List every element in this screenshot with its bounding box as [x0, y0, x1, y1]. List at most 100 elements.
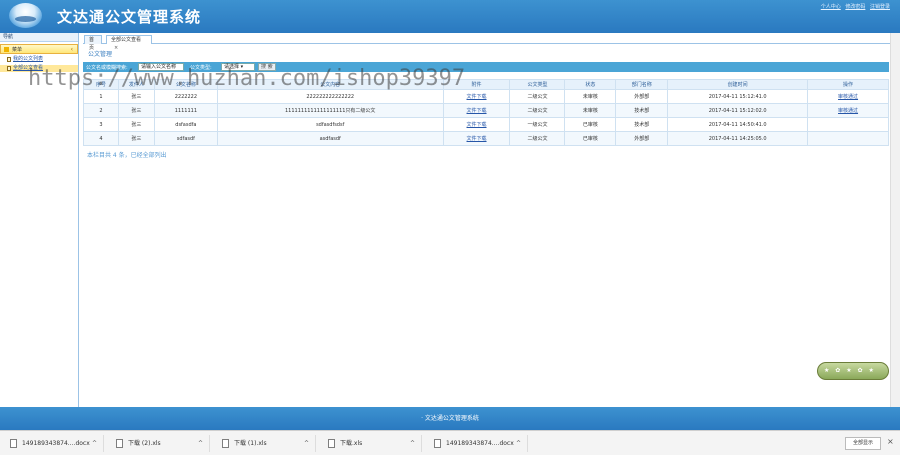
col-header-status: 状态: [564, 79, 617, 90]
file-download-link[interactable]: 文件下载: [467, 122, 487, 128]
col-header-attachment: 附件: [442, 79, 511, 90]
download-item[interactable]: 149189343874....docx ^: [424, 435, 528, 452]
cell-attachment: 文件下载: [442, 103, 511, 118]
search-input[interactable]: 请输入公文名称: [138, 63, 184, 71]
cell-content: asdfasdf: [216, 131, 444, 146]
approve-link[interactable]: 审核通过: [838, 108, 858, 114]
sidebar-item-all-docs[interactable]: 全部公文查看: [0, 65, 78, 72]
cell-status: 已审核: [564, 117, 617, 132]
panel-title: 公文管理: [88, 51, 113, 58]
cell-content: 222222222222222: [216, 89, 444, 104]
tab-home[interactable]: 首页: [84, 35, 102, 51]
cell-content: sdfasdfsdsf: [216, 117, 444, 132]
page-scrollbar[interactable]: [890, 33, 900, 407]
search-label: 公文名或模糊搜索:: [86, 65, 128, 71]
file-icon: [10, 439, 17, 448]
cell-action: [807, 131, 889, 146]
download-bar: 149189343874....docx ^ 下载 (2).xls ^ 下载 (1)…: [0, 430, 900, 455]
search-toolbar: 公文名或模糊搜索: 请输入公文名称 公文类型: 请选择 ▾ 搜 索: [83, 62, 889, 72]
search-button[interactable]: 搜 索: [258, 63, 276, 71]
document-icon: [7, 66, 11, 71]
menu-group-label: 菜单: [12, 47, 23, 53]
cell-attachment: 文件下载: [442, 131, 511, 146]
app-title: 文达通公文管理系统: [57, 8, 202, 26]
chevron-up-icon[interactable]: ^: [198, 435, 203, 452]
cell-status: 未审核: [564, 89, 617, 104]
chevron-up-icon[interactable]: ^: [516, 435, 521, 452]
cell-time: 2017-04-11 15:12:02.0: [667, 103, 809, 118]
table-row: 2 张三 1111111 1111111111111111111只有二级公文 文…: [83, 103, 889, 118]
file-icon: [434, 439, 441, 448]
cell-name: dsfasdfa: [153, 117, 218, 132]
cell-content: 1111111111111111111只有二级公文: [216, 103, 444, 118]
file-download-link[interactable]: 文件下载: [467, 136, 487, 142]
app-footer: · 文达通公文管理系统: [0, 407, 900, 430]
cell-time: 2017-04-11 15:12:41.0: [667, 89, 809, 104]
cell-attachment: 文件下载: [442, 89, 511, 104]
cell-dept: 技术部: [615, 117, 669, 132]
tab-all-docs[interactable]: 全部公文查看 ×: [106, 35, 152, 51]
cell-action: [807, 117, 889, 132]
sidebar-item-label: 全部公文查看: [13, 65, 44, 71]
cell-status: 已审核: [564, 131, 617, 146]
cell-type: 二级公文: [509, 89, 566, 104]
cell-name: sdfasdf: [153, 131, 218, 146]
approve-link[interactable]: 审核通过: [838, 94, 858, 100]
cell-attachment: 文件下载: [442, 117, 511, 132]
col-header-no: 序号: [83, 79, 119, 90]
cell-action: 审核通过: [807, 103, 889, 118]
close-icon[interactable]: ×: [114, 45, 118, 51]
file-icon: [222, 439, 229, 448]
cell-sender: 张三: [117, 103, 155, 118]
cell-sender: 张三: [117, 131, 155, 146]
download-filename: 下载 (1).xls: [234, 440, 267, 447]
profile-link[interactable]: 个人中心: [821, 4, 841, 10]
col-header-time: 创建时间: [667, 79, 809, 90]
show-all-button[interactable]: 全部显示: [845, 437, 881, 450]
close-icon[interactable]: ×: [887, 437, 894, 446]
download-item[interactable]: 下载 (2).xls ^: [106, 435, 210, 452]
cell-type: 二级公文: [509, 131, 566, 146]
col-header-sender: 发件人: [117, 79, 155, 90]
cell-no: 1: [83, 89, 119, 104]
type-select-value: 请选择: [224, 64, 240, 70]
chevron-up-icon[interactable]: ^: [410, 435, 415, 452]
cell-status: 未审核: [564, 103, 617, 118]
table-row: 4 张三 sdfasdf asdfasdf 文件下载 二级公文 已审核 外部部 …: [83, 131, 889, 146]
table-row: 3 张三 dsfasdfa sdfasdfsdsf 文件下载 一级公文 已审核 …: [83, 117, 889, 132]
download-filename: 下载 (2).xls: [128, 440, 161, 447]
chevron-up-icon[interactable]: ^: [92, 435, 97, 452]
change-password-link[interactable]: 修改密码: [845, 4, 865, 10]
cell-action: 审核通过: [807, 89, 889, 104]
col-header-content: 公文内容: [216, 79, 444, 90]
main-content: 首页 全部公文查看 × 公文管理 公文名或模糊搜索: 请输入公文名称 公文类型: …: [83, 33, 900, 407]
sidebar-menu-group[interactable]: 菜单 ‹: [0, 44, 78, 54]
header-links: 个人中心 修改密码 注销登录: [818, 3, 890, 10]
col-header-action: 操作: [807, 79, 889, 90]
chevron-up-icon[interactable]: ^: [304, 435, 309, 452]
cell-type: 一级公文: [509, 117, 566, 132]
logout-link[interactable]: 注销登录: [870, 4, 890, 10]
collapse-arrow-icon[interactable]: ‹: [71, 45, 73, 55]
cell-no: 2: [83, 103, 119, 118]
download-filename: 149189343874....docx: [446, 440, 514, 447]
cell-sender: 张三: [117, 117, 155, 132]
app-logo: [9, 3, 42, 28]
cell-dept: 外部部: [615, 89, 669, 104]
cell-type: 二级公文: [509, 103, 566, 118]
tab-bar: 首页 全部公文查看 ×: [83, 33, 900, 51]
type-label: 公文类型:: [190, 65, 212, 71]
file-icon: [328, 439, 335, 448]
floating-widget[interactable]: [817, 362, 889, 380]
type-select[interactable]: 请选择 ▾: [221, 63, 255, 71]
download-item[interactable]: 149189343874....docx ^: [0, 435, 104, 452]
cell-time: 2017-04-11 14:25:05.0: [667, 131, 809, 146]
file-download-link[interactable]: 文件下载: [467, 94, 487, 100]
download-filename: 149189343874....docx: [22, 440, 90, 447]
file-download-link[interactable]: 文件下载: [467, 108, 487, 114]
download-item[interactable]: 下载 (1).xls ^: [212, 435, 316, 452]
download-item[interactable]: 下载.xls ^: [318, 435, 422, 452]
table-row: 1 张三 2222222 222222222222222 文件下载 二级公文 未…: [83, 89, 889, 104]
sidebar-item-my-docs[interactable]: 我的公文列表: [0, 56, 78, 63]
sidebar: 导航 菜单 ‹ 我的公文列表 全部公文查看: [0, 33, 79, 407]
